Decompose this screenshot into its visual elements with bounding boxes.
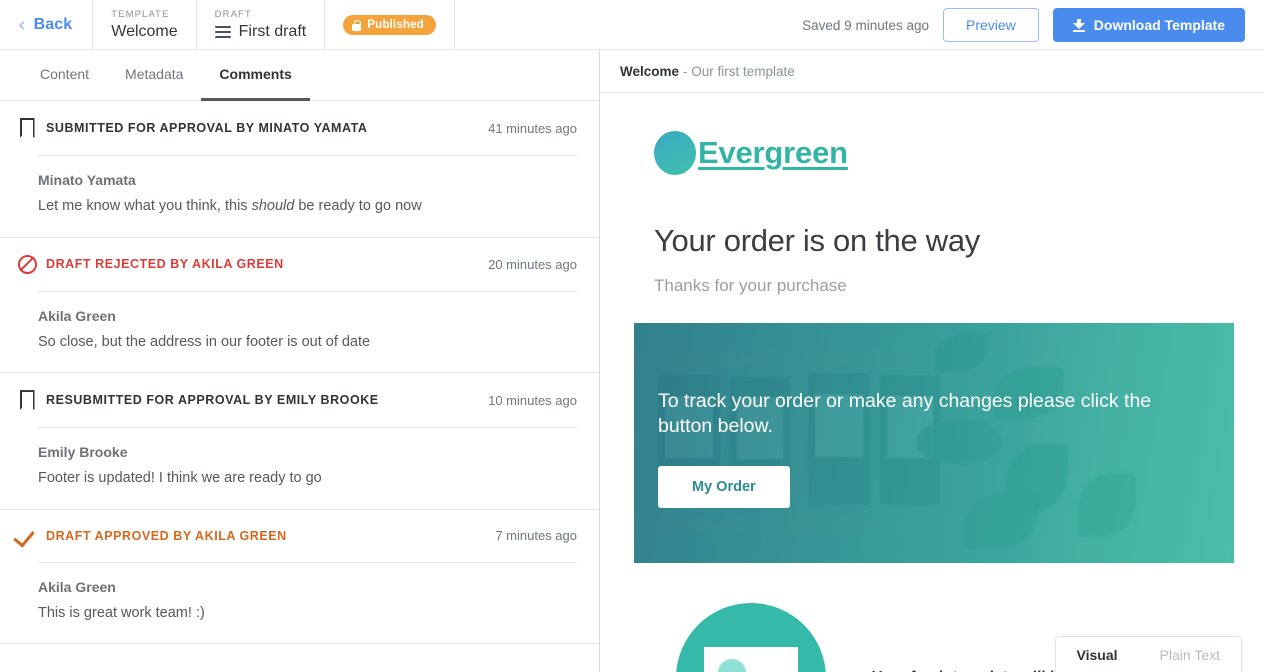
draft-kicker: DRAFT (215, 9, 307, 20)
panel-tabs: Content Metadata Comments (0, 50, 599, 101)
comment-message-part: Let me know what you think, this (38, 198, 252, 214)
tab-metadata[interactable]: Metadata (107, 50, 201, 101)
entry-divider (38, 291, 577, 292)
comment-entry-header: SUBMITTED FOR APPROVAL BY MINATO YAMATA … (0, 101, 599, 155)
my-order-button[interactable]: My Order (658, 466, 790, 508)
lock-icon (352, 20, 361, 31)
view-mode-toggle: Visual Plain Text (1055, 636, 1242, 672)
brand-logo: Evergreen (630, 93, 1234, 175)
back-button-label: Back (34, 16, 73, 34)
comment-entry-title: DRAFT REJECTED BY AKILA GREEN (46, 257, 488, 271)
top-bar-spacer (455, 0, 802, 49)
preview-subtitle: - Our first template (683, 64, 795, 79)
bookmark-icon (8, 118, 46, 138)
top-bar-actions: Saved 9 minutes ago Preview Download Tem… (802, 0, 1264, 50)
app-root: ‹ Back TEMPLATE Welcome DRAFT First draf… (0, 0, 1264, 672)
email-heading: Your order is on the way (630, 175, 1234, 259)
status-badge-label: Published (367, 19, 424, 31)
comment-entry-body: Minato Yamata Let me know what you think… (0, 155, 599, 237)
comment-entry-header: RESUBMITTED FOR APPROVAL BY EMILY BROOKE… (0, 373, 599, 427)
comments-list[interactable]: SUBMITTED FOR APPROVAL BY MINATO YAMATA … (0, 101, 599, 672)
comment-message-part-end: be ready to go now (294, 198, 421, 214)
image-placeholder-icon (676, 603, 826, 672)
comment-entry: SUBMITTED FOR APPROVAL BY MINATO YAMATA … (0, 101, 599, 238)
preview-header: Welcome - Our first template (600, 50, 1264, 93)
entry-divider (38, 155, 577, 156)
draft-name: First draft (239, 23, 307, 41)
comment-entry: DRAFT REJECTED BY AKILA GREEN 20 minutes… (0, 238, 599, 374)
draft-name-row: First draft (215, 23, 307, 41)
hero-banner: To track your order or make any changes … (634, 323, 1234, 563)
comment-author: Emily Brooke (38, 444, 577, 460)
comment-entry-time: 10 minutes ago (488, 393, 577, 408)
email-subheading: Thanks for your purchase (630, 259, 1234, 296)
comment-entry-time: 7 minutes ago (495, 528, 577, 543)
comment-entry-title: RESUBMITTED FOR APPROVAL BY EMILY BROOKE (46, 393, 488, 407)
comment-entry-body: Akila Green This is great work team! :) (0, 562, 599, 644)
comment-author: Akila Green (38, 308, 577, 324)
comment-author: Minato Yamata (38, 172, 577, 188)
comment-entry-title: DRAFT APPROVED BY AKILA GREEN (46, 529, 495, 543)
download-template-button[interactable]: Download Template (1053, 8, 1245, 42)
brand-name[interactable]: Evergreen (698, 135, 848, 171)
comment-entry-body: Emily Brooke Footer is updated! I think … (0, 427, 599, 509)
comment-message: Let me know what you think, this should … (38, 197, 577, 217)
draft-info[interactable]: DRAFT First draft (197, 0, 326, 50)
toggle-plain-text[interactable]: Plain Text (1139, 636, 1241, 672)
status-badge[interactable]: Published (343, 15, 436, 35)
hero-content: To track your order or make any changes … (634, 323, 1234, 563)
comment-entry-time: 20 minutes ago (488, 257, 577, 272)
preview-button[interactable]: Preview (943, 8, 1039, 42)
comment-entry-time: 41 minutes ago (488, 121, 577, 136)
chevron-left-icon: ‹ (18, 16, 26, 35)
check-icon (8, 527, 46, 545)
comment-entry-header: DRAFT APPROVED BY AKILA GREEN 7 minutes … (0, 510, 599, 562)
download-icon (1073, 19, 1085, 32)
comment-entry: RESUBMITTED FOR APPROVAL BY EMILY BROOKE… (0, 373, 599, 510)
tab-comments[interactable]: Comments (201, 50, 309, 101)
status-cell: Published (325, 0, 455, 50)
comment-message-emphasis: should (252, 198, 295, 214)
template-kicker: TEMPLATE (111, 9, 177, 20)
comments-panel: Content Metadata Comments SUBMITTED FOR … (0, 50, 600, 672)
main-body: Content Metadata Comments SUBMITTED FOR … (0, 50, 1264, 672)
preview-title: Welcome (620, 64, 679, 79)
hero-text: To track your order or make any changes … (658, 389, 1178, 440)
saved-status: Saved 9 minutes ago (802, 18, 929, 33)
back-button[interactable]: ‹ Back (0, 0, 93, 50)
circle-logo-icon (654, 131, 696, 175)
comment-entry-body: Akila Green So close, but the address in… (0, 291, 599, 373)
entry-divider (38, 427, 577, 428)
comment-entry: DRAFT APPROVED BY AKILA GREEN 7 minutes … (0, 510, 599, 645)
toggle-visual[interactable]: Visual (1056, 636, 1139, 672)
download-template-label: Download Template (1094, 17, 1225, 33)
bookmark-icon (8, 390, 46, 410)
top-bar: ‹ Back TEMPLATE Welcome DRAFT First draf… (0, 0, 1264, 50)
comment-entry-header: DRAFT REJECTED BY AKILA GREEN 20 minutes… (0, 238, 599, 291)
list-lines-icon (215, 26, 231, 38)
prohibition-icon (8, 255, 46, 274)
preview-panel: Welcome - Our first template Evergreen Y… (600, 50, 1264, 672)
email-preview[interactable]: Evergreen Your order is on the way Thank… (600, 93, 1264, 672)
entry-divider (38, 562, 577, 563)
template-name: Welcome (111, 23, 177, 41)
tab-content[interactable]: Content (22, 50, 107, 101)
comment-entry-title: SUBMITTED FOR APPROVAL BY MINATO YAMATA (46, 121, 488, 135)
comment-author: Akila Green (38, 579, 577, 595)
comment-message: So close, but the address in our footer … (38, 333, 577, 353)
comment-message: This is great work team! :) (38, 604, 577, 624)
comment-message: Footer is updated! I think we are ready … (38, 469, 577, 489)
template-info: TEMPLATE Welcome (93, 0, 196, 50)
